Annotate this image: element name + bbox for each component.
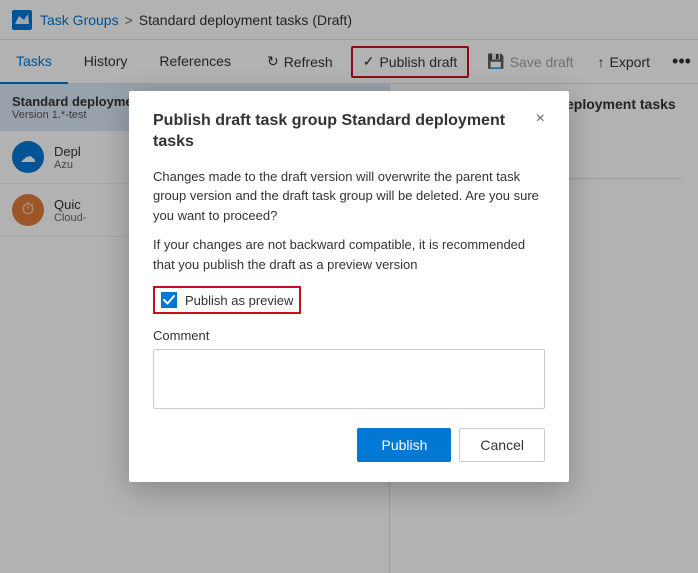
comment-textarea[interactable] — [153, 349, 545, 409]
modal-body: Changes made to the draft version will o… — [153, 167, 545, 275]
publish-as-preview-label: Publish as preview — [185, 293, 293, 308]
modal-header: Publish draft task group Standard deploy… — [153, 111, 545, 153]
publish-as-preview-checkbox[interactable] — [161, 292, 177, 308]
modal-overlay: Publish draft task group Standard deploy… — [0, 0, 698, 573]
modal-body-text1: Changes made to the draft version will o… — [153, 167, 545, 226]
modal-close-button[interactable]: × — [536, 111, 545, 127]
publish-as-preview-row[interactable]: Publish as preview — [153, 286, 301, 314]
comment-label: Comment — [153, 328, 545, 343]
publish-button[interactable]: Publish — [357, 428, 451, 462]
modal-footer: Publish Cancel — [153, 428, 545, 462]
modal-body-text2: If your changes are not backward compati… — [153, 235, 545, 274]
publish-modal: Publish draft task group Standard deploy… — [129, 91, 569, 482]
modal-title: Publish draft task group Standard deploy… — [153, 111, 536, 153]
cancel-button[interactable]: Cancel — [459, 428, 545, 462]
